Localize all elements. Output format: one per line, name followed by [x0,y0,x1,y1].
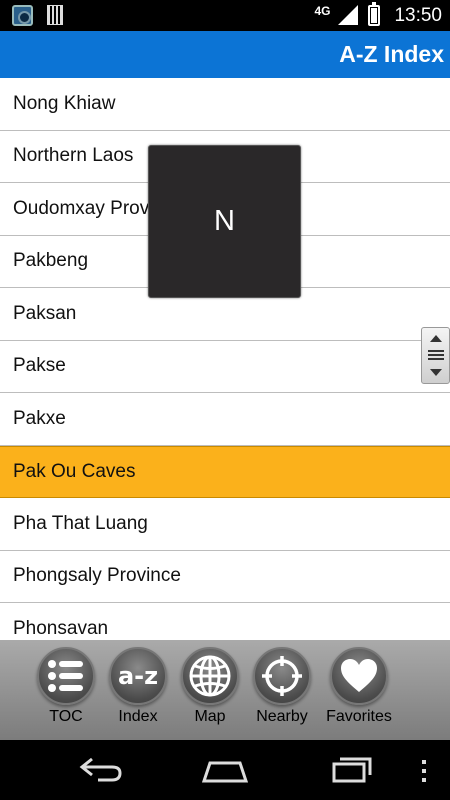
app-notification-icon [12,5,33,26]
notification-icons [12,5,63,26]
globe-icon [181,647,239,705]
list-item[interactable]: Pha That Luang [0,498,450,551]
bottom-toolbar: TOC a-z Index Map Nearby Favorites [0,640,450,740]
status-bar: 4G 13:50 [0,0,450,31]
back-icon[interactable] [78,755,124,790]
system-indicators: 4G 13:50 [314,0,442,31]
recent-apps-icon[interactable] [330,754,374,789]
index-label: Index [118,708,158,725]
grip-icon [428,350,444,361]
battery-icon [368,2,381,26]
signal-icon [336,4,359,27]
favorites-button[interactable]: Favorites [318,647,400,726]
page-title: A-Z Index [339,41,444,67]
toc-button[interactable]: TOC [30,647,102,726]
a-z-icon-text: a-z [117,662,159,690]
system-nav-bar [0,740,450,800]
list-item[interactable]: Pakxe [0,393,450,446]
section-letter-overlay: N [148,145,301,298]
clock: 13:50 [394,4,442,26]
home-icon[interactable] [200,755,250,790]
barcode-notification-icon [47,5,63,25]
list-item[interactable]: Phonsavan [0,603,450,640]
heart-icon [330,647,388,705]
toc-label: TOC [49,708,83,725]
network-type: 4G [314,3,331,18]
app-header: A-Z Index [0,31,450,78]
list-item[interactable]: Nong Khiaw [0,78,450,131]
nearby-button[interactable]: Nearby [246,647,318,726]
arrow-down-icon [430,369,442,376]
map-button[interactable]: Map [174,647,246,726]
list-item-selected[interactable]: Pak Ou Caves [0,445,450,498]
list-item[interactable]: Phongsaly Province [0,550,450,603]
list-item[interactable]: Pakse [0,340,450,393]
index-button[interactable]: a-z Index [102,647,174,726]
overflow-menu-icon[interactable] [422,760,426,782]
a-z-icon: a-z [109,647,167,705]
favorites-label: Favorites [326,708,392,725]
crosshair-icon [253,647,311,705]
arrow-up-icon [430,335,442,342]
nearby-label: Nearby [256,708,308,725]
fast-scroll-thumb[interactable] [421,327,450,384]
list-icon [37,647,95,705]
map-label: Map [194,708,226,725]
